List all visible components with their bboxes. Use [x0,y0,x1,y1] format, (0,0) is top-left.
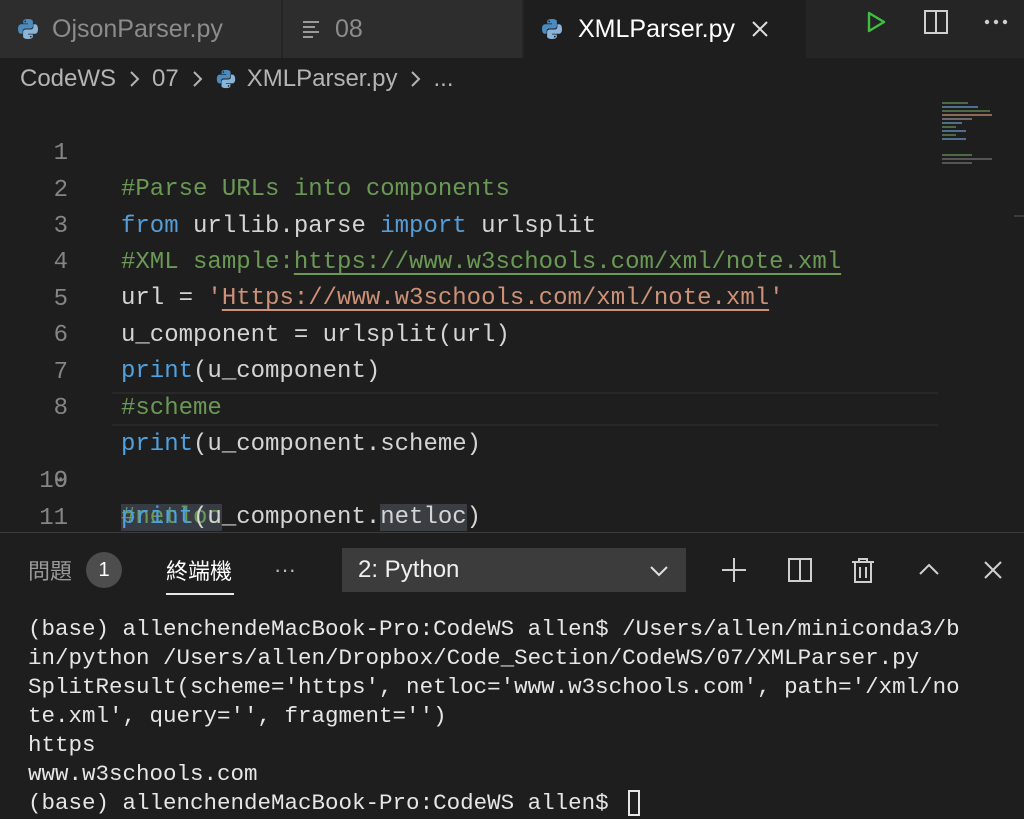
editor-actions [814,0,1024,58]
close-icon[interactable] [971,548,1015,592]
terminal-line: SplitResult(scheme='https', netloc='www.… [28,674,960,700]
terminal-line: www.w3schools.com [28,761,258,787]
python-icon [16,17,40,41]
python-icon [540,17,564,41]
bottom-panel: 問題 1 終端機 ··· 2: Python (base) allenchend… [0,532,1024,819]
tab-ojsonparser[interactable]: OjsonParser.py [0,0,282,58]
code-line-6: 6 print(u_component) [0,282,1024,385]
code-line-11: 11 [0,465,1024,532]
list-icon [299,17,323,41]
code-line-2: 2 from urllib.parse import urlsplit [0,137,1024,240]
terminal-line: https [28,732,96,758]
editor-tab-bar: OjsonParser.py 08 XMLParser.py [0,0,1024,58]
code-line-7: 7 #scheme [0,319,1024,422]
code-line-12: 12 [0,502,1024,532]
terminal-prompt-line: (base) allenchendeMacBook-Pro:CodeWS all… [28,789,1018,818]
chevron-right-icon [130,71,140,87]
breadcrumb: CodeWS 07 XMLParser.py ... [0,58,1024,100]
split-editor-icon[interactable] [914,0,958,44]
tab-label: OjsonParser.py [52,14,223,43]
minimap[interactable] [938,100,1008,220]
chevron-right-icon [193,71,203,87]
editor-scrollbar[interactable] [1014,100,1024,217]
tab-xmlparser[interactable]: XMLParser.py [524,0,806,58]
code-line-8: 8 print(u_component.scheme) [0,355,1024,458]
chevron-up-icon[interactable] [907,548,951,592]
tab-terminal[interactable]: 終端機 [166,533,232,607]
code-line-1: 1 #Parse URLs into components [0,100,1024,203]
problems-count-badge: 1 [86,552,123,588]
breadcrumb-item-codews[interactable]: CodeWS [20,65,116,93]
current-line-highlight [112,392,938,426]
terminal-select[interactable]: 2: Python [342,548,686,592]
terminal-line: te.xml', query='', fragment='') [28,703,447,729]
code-line-5: 5 u_component = urlsplit(url) [0,246,1024,349]
code-editor[interactable]: 1 #Parse URLs into components 2 from url… [0,100,1024,532]
chevron-right-icon [411,71,421,87]
active-tab-indicator [166,593,234,595]
tab-label: 08 [335,14,363,43]
split-terminal-icon[interactable] [778,548,822,592]
close-icon[interactable] [749,18,771,40]
tab-problems[interactable]: 問題 1 [28,533,123,607]
tab-problems-label: 問題 [28,559,73,584]
terminal-prompt: (base) allenchendeMacBook-Pro:CodeWS all… [28,790,623,816]
terminal-output[interactable]: (base) allenchendeMacBook-Pro:CodeWS all… [28,615,1018,818]
breadcrumb-item-symbols[interactable]: ... [433,65,453,93]
panel-more-tabs[interactable]: ··· [274,533,296,607]
breadcrumb-file-label: XMLParser.py [246,65,398,92]
chevron-down-icon [650,566,668,577]
terminal-line: (base) allenchendeMacBook-Pro:CodeWS all… [28,616,960,642]
breadcrumb-item-07[interactable]: 07 [152,65,179,93]
tab-terminal-label: 終端機 [166,559,233,584]
tab-label: XMLParser.py [578,14,736,43]
code-line-3: 3 #XML sample:https://www.w3schools.com/… [0,173,1024,276]
terminal-select-value: 2: Python [358,556,460,583]
new-terminal-icon[interactable] [712,548,756,592]
code-line-10: 10 print(u_component.netloc) [0,428,1024,531]
breadcrumb-item-file[interactable]: XMLParser.py [215,65,398,93]
trash-icon[interactable] [841,548,885,592]
more-actions-icon[interactable] [974,0,1018,44]
run-icon[interactable] [854,0,898,44]
code-line-9: 9 #netloc [0,392,1024,531]
terminal-line: in/python /Users/allen/Dropbox/Code_Sect… [28,645,920,671]
tab-08[interactable]: 08 [283,0,523,58]
python-icon [215,68,237,90]
terminal-cursor [628,790,641,817]
code-line-4: 4 url = 'Https://www.w3schools.com/xml/n… [0,209,1024,312]
